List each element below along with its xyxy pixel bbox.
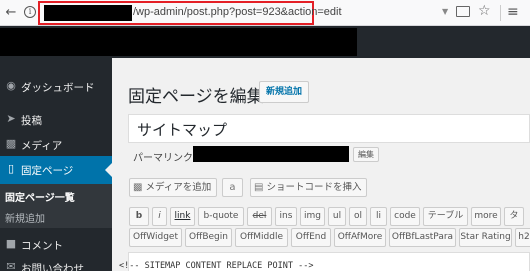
sidebar-item-label: お問い合わせ <box>21 263 84 271</box>
permalink-label: パーマリンク: <box>133 153 197 164</box>
quicktag-bold-button[interactable]: b <box>129 207 149 226</box>
quicktag-offbflastpara-button[interactable]: OffBfLastPara <box>389 228 456 247</box>
media-icon: ▩ <box>133 182 143 193</box>
sidebar-item-label: 固定ページ <box>21 165 74 177</box>
quicktag-offwidget-button[interactable]: OffWidget <box>129 228 182 247</box>
submenu-item-all-pages[interactable]: 固定ページ一覧 <box>5 189 75 204</box>
sidebar-item-media[interactable]: ▩ メディア <box>0 131 112 159</box>
quicktag-italic-button[interactable]: i <box>152 207 167 226</box>
current-indicator-arrow <box>105 163 112 177</box>
add-media-label: メディアを追加 <box>145 182 212 193</box>
quicktag-ol-button[interactable]: ol <box>349 207 367 226</box>
submenu-item-add-new[interactable]: 新規追加 <box>5 210 45 225</box>
add-media-button[interactable]: ▩ メディアを追加 <box>129 178 218 197</box>
browser-toolbar: ← i /wp-admin/post.php?post=923&action=e… <box>0 0 530 26</box>
chevron-down-icon[interactable]: ▼ <box>442 7 448 16</box>
media-icon: ▩ <box>5 137 17 150</box>
url-redaction <box>44 5 132 21</box>
quicktag-del-button[interactable]: del <box>247 207 272 226</box>
quicktag-table-button[interactable]: テーブル <box>423 207 468 226</box>
post-title-input[interactable]: サイトマップ <box>128 114 530 143</box>
quicktag-tag-button[interactable]: タ <box>504 207 524 226</box>
editor-content-text: <!-- SITEMAP CONTENT REPLACE POINT --> <box>119 261 314 271</box>
sidebar-item-label: メディア <box>21 140 63 152</box>
mail-icon: ✉ <box>6 260 16 271</box>
admin-bar-redaction <box>0 28 357 56</box>
star-icon[interactable]: ☆ <box>478 3 491 19</box>
add-new-button[interactable]: 新規追加 <box>259 81 310 103</box>
hamburger-menu-icon[interactable]: ≡ <box>507 4 519 20</box>
quicktag-offmiddle-button[interactable]: OffMiddle <box>235 228 288 247</box>
quicktag-code-button[interactable]: code <box>390 207 420 226</box>
sidebar-item-label: コメント <box>21 240 63 252</box>
page-title: 固定ページを編集 <box>128 87 264 107</box>
quicktag-ins-button[interactable]: ins <box>275 207 297 226</box>
permalink-redaction <box>193 146 349 162</box>
sidebar-item-label: ダッシュボード <box>21 82 95 94</box>
sidebar-item-contact[interactable]: ✉ お問い合わせ <box>0 254 112 271</box>
comment-icon: ■ <box>5 237 17 250</box>
back-arrow-icon[interactable]: ← <box>4 6 18 20</box>
quicktag-blockquote-button[interactable]: b-quote <box>198 207 244 226</box>
edit-slug-button[interactable]: 編集 <box>353 147 379 162</box>
quicktag-offend-button[interactable]: OffEnd <box>291 228 331 247</box>
toolbar-divider <box>500 5 501 21</box>
insert-shortcode-label: ショートコードを挿入 <box>266 182 362 193</box>
main-content: 固定ページを編集 新規追加 サイトマップ パーマリンク: 編集 ▩ メディアを追加… <box>112 58 530 271</box>
quicktag-h2-button[interactable]: h2 <box>515 228 530 247</box>
sidebar-item-dashboard[interactable]: ◉ ダッシュボード <box>0 73 112 101</box>
wp-admin-bar <box>0 26 530 58</box>
quicktag-offbegin-button[interactable]: OffBegin <box>185 228 232 247</box>
sidebar-item-pages[interactable]: ▯ 固定ページ <box>0 156 112 184</box>
quicktag-img-button[interactable]: img <box>300 207 325 226</box>
insert-shortcode-button[interactable]: ▤ ショートコードを挿入 <box>250 178 368 197</box>
pages-submenu: 固定ページ一覧 新規追加 <box>0 184 112 228</box>
info-icon[interactable]: i <box>24 6 36 18</box>
address-bar-url[interactable]: /wp-admin/post.php?post=923&action=edit <box>133 6 342 18</box>
dashboard-icon: ◉ <box>6 79 16 92</box>
sidebar-item-posts[interactable]: ➤ 投稿 <box>0 106 112 134</box>
quicktag-offafmore-button[interactable]: OffAfMore <box>334 228 386 247</box>
shortcode-icon: ▤ <box>254 182 264 193</box>
pin-icon: ➤ <box>6 112 16 125</box>
quicktag-ul-button[interactable]: ul <box>328 207 346 226</box>
quicktag-more-button[interactable]: more <box>471 207 501 226</box>
sidebar-item-label: 投稿 <box>21 115 42 127</box>
page-icon: ▯ <box>7 162 15 175</box>
admin-sidebar: ◉ ダッシュボード ➤ 投稿 ▩ メディア ▯ 固定ページ 固定ページ一覧 新規… <box>0 58 112 271</box>
quicktag-star-rating-button[interactable]: Star Rating <box>459 228 512 247</box>
a-button[interactable]: a <box>222 178 243 197</box>
quicktag-li-button[interactable]: li <box>370 207 387 226</box>
reader-view-icon[interactable] <box>456 6 470 17</box>
quicktag-link-button[interactable]: link <box>170 207 195 226</box>
